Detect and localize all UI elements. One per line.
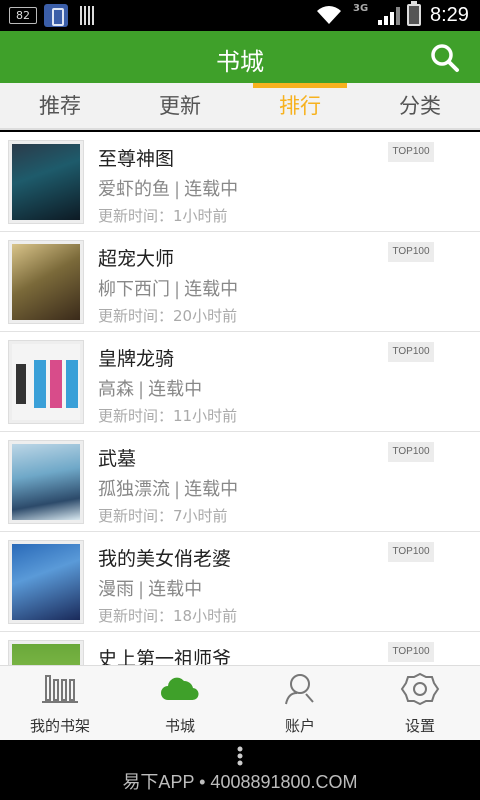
nav-bookstore[interactable]: 书城 bbox=[120, 666, 240, 740]
book-author: 漫雨 bbox=[98, 579, 134, 600]
book-cover bbox=[8, 340, 84, 424]
rank-badge: TOP100 bbox=[388, 342, 434, 362]
book-cover bbox=[8, 240, 84, 324]
tab-ranking[interactable]: 排行 bbox=[240, 83, 360, 128]
phone-icon bbox=[44, 4, 68, 27]
book-title: 皇牌龙骑 bbox=[98, 348, 175, 370]
page-title: 书城 bbox=[216, 48, 264, 76]
separator: | bbox=[174, 279, 181, 300]
book-title: 我的美女俏老婆 bbox=[98, 548, 232, 570]
nav-settings[interactable]: 设置 bbox=[360, 666, 480, 740]
book-update-time: 更新时间：18小时前 bbox=[98, 607, 238, 625]
tab-bar: 推荐 更新 排行 分类 bbox=[0, 83, 480, 130]
nav-bookshelf[interactable]: 我的书架 bbox=[0, 666, 120, 740]
book-author: 孤独漂流 bbox=[98, 479, 170, 500]
menu-dots-icon[interactable] bbox=[237, 746, 243, 766]
rank-badge: TOP100 bbox=[388, 542, 434, 562]
rank-badge: TOP100 bbox=[388, 242, 434, 262]
rank-badge: TOP100 bbox=[388, 142, 434, 162]
list-item[interactable]: 史上第一祖师爷 TOP100 bbox=[0, 632, 480, 665]
book-cover bbox=[8, 540, 84, 624]
book-update-time: 更新时间：1小时前 bbox=[98, 207, 228, 225]
book-author: 柳下西门 bbox=[98, 279, 170, 300]
separator: | bbox=[138, 379, 145, 400]
book-status: 连载中 bbox=[148, 579, 203, 600]
book-meta: 漫雨 | 连载中 bbox=[98, 575, 202, 601]
tab-updates[interactable]: 更新 bbox=[120, 83, 240, 128]
book-meta: 柳下西门 | 连载中 bbox=[98, 275, 238, 301]
book-status: 连载中 bbox=[184, 479, 239, 500]
book-status: 连载中 bbox=[148, 379, 203, 400]
book-title: 史上第一祖师爷 bbox=[98, 648, 232, 665]
settings-icon bbox=[400, 672, 440, 706]
book-status: 连载中 bbox=[184, 179, 239, 200]
book-cover bbox=[8, 640, 84, 665]
nav-label: 书城 bbox=[164, 717, 195, 735]
bottom-nav: 我的书架 书城 账户 设置 bbox=[0, 665, 480, 740]
book-update-time: 更新时间：7小时前 bbox=[98, 507, 228, 525]
nav-label: 设置 bbox=[404, 717, 435, 735]
list-item[interactable]: 武墓 孤独漂流 | 连载中 更新时间：7小时前 TOP100 bbox=[0, 432, 480, 532]
system-bar: 易下APP • 4008891800.COM bbox=[0, 740, 480, 800]
search-icon[interactable] bbox=[430, 43, 460, 73]
separator: | bbox=[174, 179, 181, 200]
tab-recommend[interactable]: 推荐 bbox=[0, 83, 120, 128]
list-item[interactable]: 皇牌龙骑 高森 | 连载中 更新时间：11小时前 TOP100 bbox=[0, 332, 480, 432]
list-item[interactable]: 至尊神图 爱虾的鱼 | 连载中 更新时间：1小时前 TOP100 bbox=[0, 132, 480, 232]
wifi-icon bbox=[317, 6, 341, 24]
rank-badge: TOP100 bbox=[388, 642, 434, 662]
book-title: 超宠大师 bbox=[98, 248, 175, 270]
separator: | bbox=[174, 479, 181, 500]
book-meta: 孤独漂流 | 连载中 bbox=[98, 475, 238, 501]
book-author: 爱虾的鱼 bbox=[98, 179, 170, 200]
app-header: 书城 bbox=[0, 31, 480, 83]
book-title: 武墓 bbox=[98, 448, 137, 470]
battery-icon bbox=[407, 1, 421, 26]
rank-badge: TOP100 bbox=[388, 442, 434, 462]
book-cover bbox=[8, 140, 84, 224]
cloud-icon bbox=[161, 677, 199, 701]
nav-account[interactable]: 账户 bbox=[240, 666, 360, 740]
clock: 8:29 bbox=[430, 4, 469, 26]
book-meta: 爱虾的鱼 | 连载中 bbox=[98, 175, 238, 201]
book-meta: 高森 | 连载中 bbox=[98, 375, 202, 401]
book-list: 至尊神图 爱虾的鱼 | 连载中 更新时间：1小时前 TOP100 超宠大师 柳下西门… bbox=[0, 132, 480, 665]
book-author: 高森 bbox=[98, 379, 134, 400]
book-update-time: 更新时间：11小时前 bbox=[98, 407, 238, 425]
account-icon bbox=[285, 674, 314, 705]
book-status: 连载中 bbox=[184, 279, 239, 300]
battery-percent: 82 bbox=[9, 7, 37, 24]
tab-categories[interactable]: 分类 bbox=[360, 83, 480, 128]
book-cover bbox=[8, 440, 84, 524]
barcode-icon bbox=[80, 6, 96, 25]
watermark: 易下APP • 4008891800.COM bbox=[122, 772, 358, 792]
status-bar: 82 3G 8:29 bbox=[0, 0, 480, 31]
nav-label: 我的书架 bbox=[29, 717, 90, 735]
list-item[interactable]: 超宠大师 柳下西门 | 连载中 更新时间：20小时前 TOP100 bbox=[0, 232, 480, 332]
separator: | bbox=[138, 579, 145, 600]
book-update-time: 更新时间：20小时前 bbox=[98, 307, 238, 325]
signal-icon bbox=[378, 7, 400, 25]
list-item[interactable]: 我的美女俏老婆 漫雨 | 连载中 更新时间：18小时前 TOP100 bbox=[0, 532, 480, 632]
nav-label: 账户 bbox=[284, 717, 315, 735]
network-type: 3G bbox=[353, 3, 369, 14]
bookshelf-icon bbox=[42, 675, 78, 703]
book-title: 至尊神图 bbox=[98, 148, 175, 170]
